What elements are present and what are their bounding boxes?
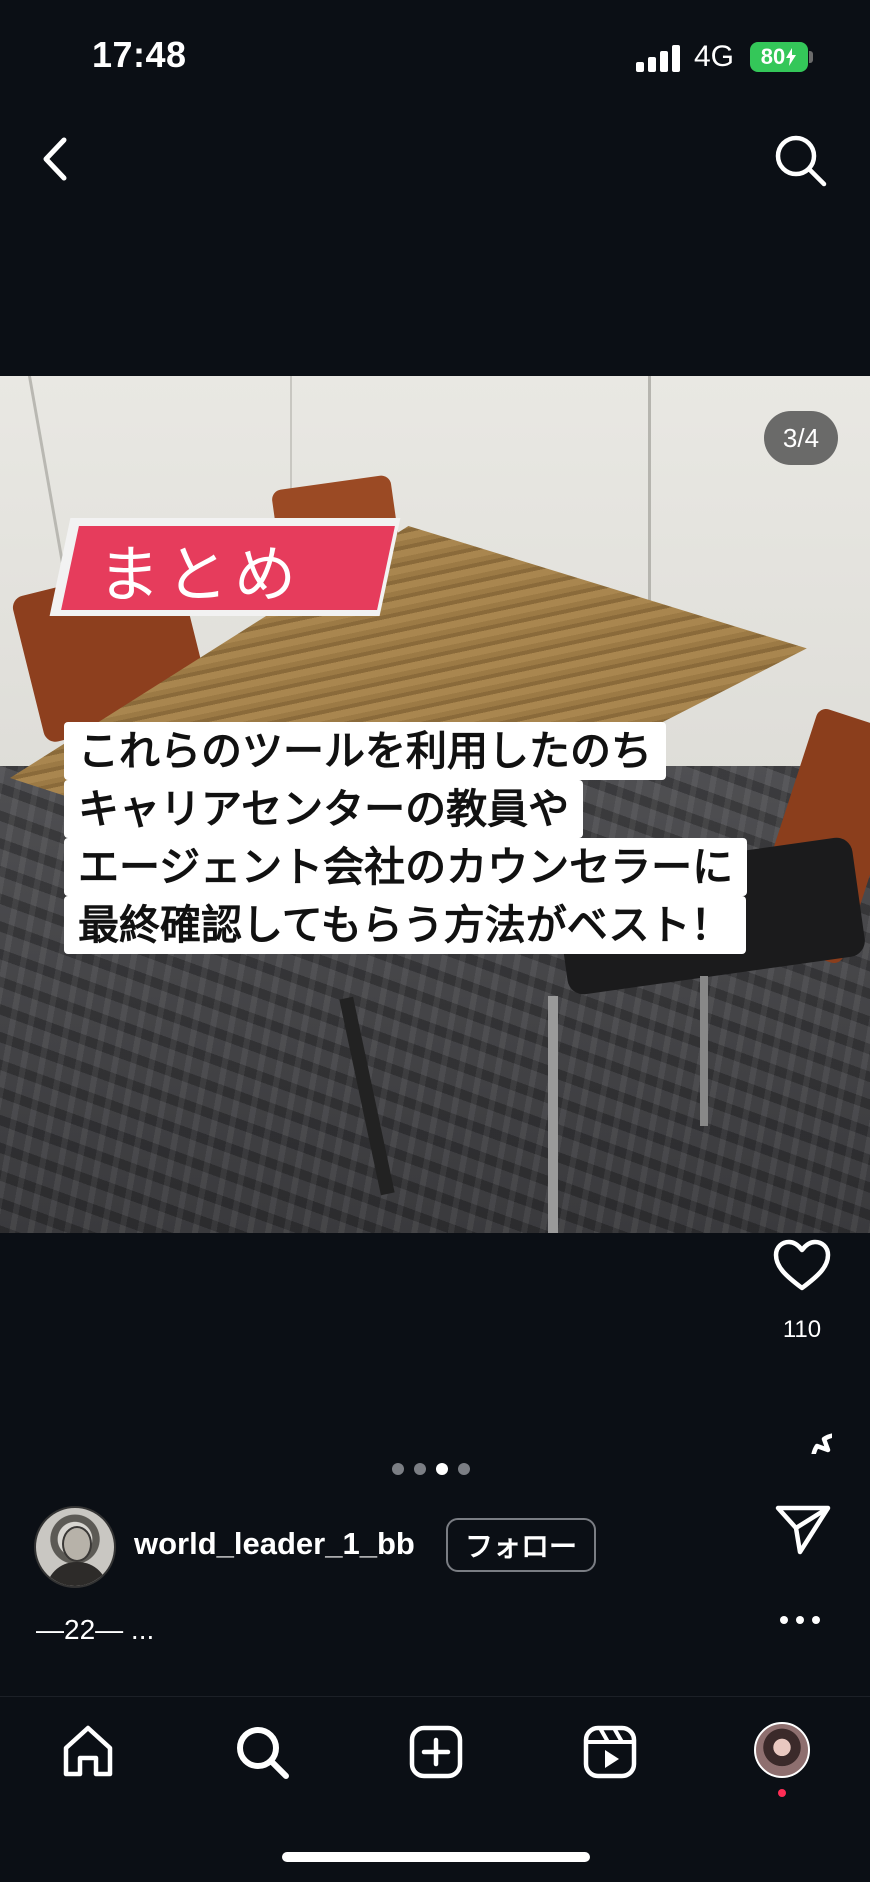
comment-icon	[810, 1432, 864, 1486]
back-button[interactable]	[36, 134, 76, 184]
carousel-dot	[414, 1463, 426, 1475]
charging-bolt-icon	[786, 48, 797, 66]
post-caption[interactable]: —22— ...	[36, 1614, 154, 1646]
image-caption: これらのツールを利用したのち キャリアセンターの教員や エージェント会社のカウン…	[64, 722, 802, 962]
comment-button[interactable]	[774, 1396, 864, 1486]
chevron-left-icon	[43, 137, 67, 181]
tab-home[interactable]	[58, 1722, 118, 1782]
chair-leg	[700, 976, 708, 1126]
post-image[interactable]: まとめ これらのツールを利用したのち キャリアセンターの教員や エージェント会社…	[0, 376, 870, 1233]
follow-button[interactable]: フォロー	[446, 1518, 596, 1572]
carousel-indicator	[392, 1463, 470, 1475]
more-options-button[interactable]	[780, 1614, 828, 1626]
carousel-dot-active	[436, 1463, 448, 1475]
more-icon-dot	[780, 1616, 788, 1624]
network-type: 4G	[694, 40, 735, 73]
tab-search[interactable]	[232, 1722, 292, 1782]
image-caption-line: キャリアセンターの教員や	[64, 780, 584, 838]
battery-tip	[809, 51, 813, 63]
reels-icon	[583, 1725, 637, 1779]
battery-level: 80	[760, 44, 786, 69]
author-username[interactable]: world_leader_1_bb	[134, 1526, 415, 1562]
home-indicator[interactable]	[282, 1852, 590, 1862]
like-button[interactable]	[772, 1238, 832, 1294]
cellular-signal-icon	[636, 44, 680, 72]
plus-square-icon	[409, 1725, 463, 1779]
search-button[interactable]	[772, 132, 828, 188]
search-icon	[237, 1727, 289, 1779]
battery-indicator: 80	[750, 42, 808, 72]
image-caption-line: エージェント会社のカウンセラーに	[64, 838, 748, 896]
notification-dot	[778, 1789, 786, 1797]
chair-leg	[548, 996, 558, 1233]
avatar-figure	[46, 1562, 108, 1586]
avatar-face	[62, 1526, 92, 1562]
send-icon	[775, 1505, 831, 1555]
image-caption-line: 最終確認してもらう方法がベスト！	[64, 896, 746, 954]
image-counter-badge: 3/4	[764, 411, 838, 465]
heart-icon	[773, 1239, 831, 1291]
tab-profile-avatar[interactable]	[754, 1722, 810, 1778]
summary-tag-label: まとめ	[98, 538, 303, 611]
like-count: 110	[782, 1316, 822, 1343]
home-icon	[63, 1725, 113, 1777]
carousel-dot	[458, 1463, 470, 1475]
more-icon-dot	[812, 1616, 820, 1624]
more-icon-dot	[796, 1616, 804, 1624]
image-caption-line: これらのツールを利用したのち	[64, 722, 666, 780]
carousel-dot	[392, 1463, 404, 1475]
tab-reels[interactable]	[580, 1722, 640, 1782]
author-avatar[interactable]	[34, 1506, 116, 1588]
tab-create[interactable]	[406, 1722, 466, 1782]
status-time: 17:48	[92, 34, 187, 75]
share-button[interactable]	[774, 1502, 832, 1556]
search-icon	[775, 135, 827, 187]
